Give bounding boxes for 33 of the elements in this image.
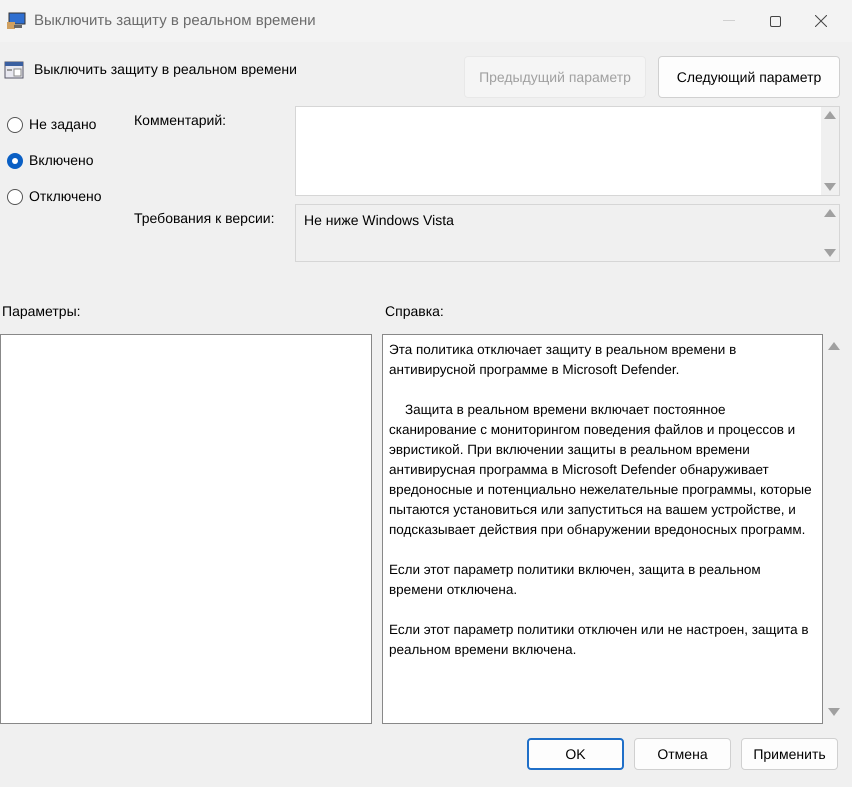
close-icon xyxy=(815,15,827,27)
dialog-button[interactable]: Применить xyxy=(741,738,838,770)
section-label: Справка: xyxy=(385,302,444,321)
section-label: Параметры: xyxy=(1,302,82,321)
scroll-down-icon[interactable] xyxy=(824,183,836,191)
scroll-down-icon[interactable] xyxy=(828,708,840,716)
window-title: Выключить защиту в реальном времени xyxy=(34,10,316,31)
dialog-button[interactable]: Отмена xyxy=(634,738,731,770)
radio-button[interactable] xyxy=(7,188,23,204)
comment-field[interactable] xyxy=(295,106,840,196)
field-label: Комментарий: xyxy=(133,111,228,130)
radio-label: Отключено xyxy=(29,187,102,206)
scroll-down-icon[interactable] xyxy=(824,249,836,257)
dialog-button[interactable]: OK xyxy=(527,738,624,770)
maximize-icon xyxy=(770,16,780,26)
radio-button[interactable] xyxy=(7,116,23,132)
help-paragraph: Эта политика отключает защиту в реальном времени в антивирусной программе в Microsoft Defender. xyxy=(389,341,738,379)
radio-button[interactable] xyxy=(7,152,23,168)
version-text: Не ниже Windows Vista xyxy=(303,211,455,230)
minimize-icon xyxy=(723,20,735,22)
scroll-up-icon[interactable] xyxy=(828,342,840,350)
computer-icon xyxy=(6,12,26,30)
radio-label: Включено xyxy=(29,151,94,170)
help-paragraph: Если этот параметр политики включен, защита в реальном времени отключена. xyxy=(389,561,762,599)
radio-label: Не задано xyxy=(29,115,96,134)
scroll-up-icon[interactable] xyxy=(824,111,836,119)
policy-icon xyxy=(4,60,24,80)
scroll-up-icon[interactable] xyxy=(824,209,836,217)
policy-title: Выключить защиту в реальном времени xyxy=(34,60,297,79)
field-label: Требования к версии: xyxy=(133,209,276,228)
nav-button[interactable]: Следующий параметр xyxy=(658,56,840,98)
help-paragraph: Защита в реальном времени включает постоянное сканирование с мониторингом поведения файлов и процессов и эвристикой. При включении защиты в реальном времени антивирусная программа в Microsoft Defender обнаруживает вредоносные и потенциально нежелательные программы, которые пытаются установиться или запуститься на вашем устройстве, и подсказывает действия при обнаружении вредоносных программ. xyxy=(389,401,813,539)
help-paragraph: Если этот параметр политики отключен или не настроен, защита в реальном времени включена. xyxy=(389,621,810,659)
